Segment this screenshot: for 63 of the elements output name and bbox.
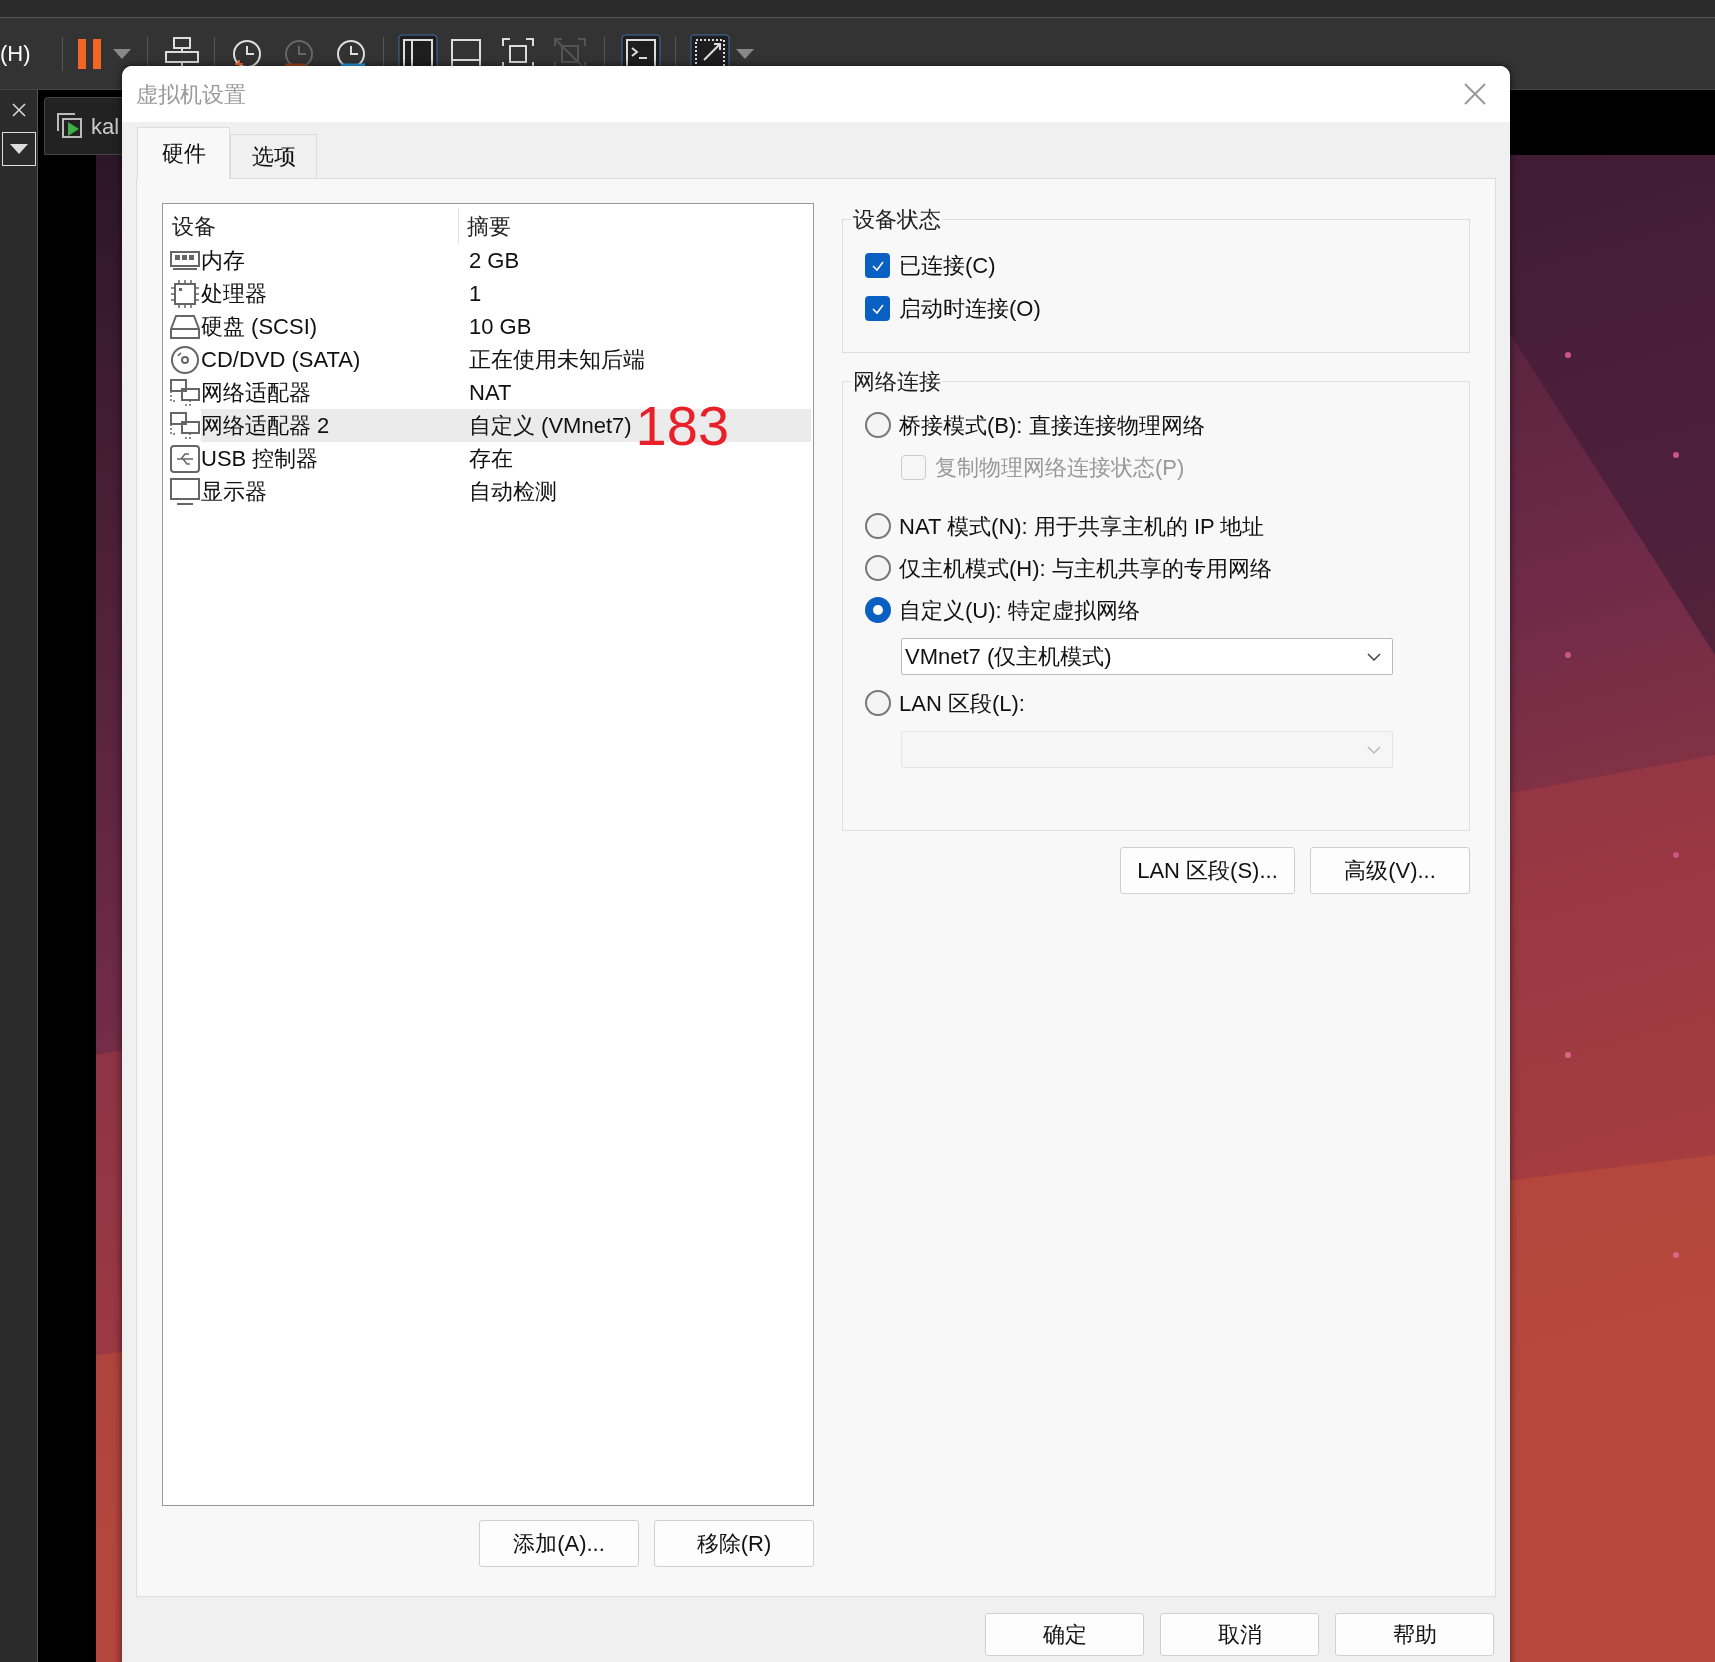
device-summary: 10 GB xyxy=(468,313,532,341)
monitor-icon xyxy=(169,475,201,508)
caret-icon xyxy=(9,144,28,154)
checkbox-option[interactable]: 已连接(C) xyxy=(865,244,1447,287)
caret-icon[interactable] xyxy=(113,48,131,59)
button[interactable]: LAN 区段(S)... xyxy=(1120,847,1295,894)
device-summary: NAT xyxy=(468,379,512,407)
device-row[interactable]: 显示器 自动检测 xyxy=(201,475,811,508)
caret-icon[interactable] xyxy=(736,48,754,59)
device-name: USB 控制器 xyxy=(201,445,320,473)
radio-button[interactable] xyxy=(865,513,891,539)
button[interactable]: 帮助 xyxy=(1335,1613,1494,1656)
button[interactable]: 确定 xyxy=(985,1613,1144,1656)
device-name: 内存 xyxy=(201,247,246,275)
button[interactable]: 添加(A)... xyxy=(479,1520,639,1567)
radio-option[interactable]: LAN 区段(L): xyxy=(865,682,1447,724)
chip-icon xyxy=(169,277,201,310)
device-summary: 自定义 (VMnet7) xyxy=(468,412,632,440)
radio-button[interactable] xyxy=(865,690,891,716)
disc-icon xyxy=(169,343,201,376)
device-summary: 正在使用未知后端 xyxy=(468,346,645,374)
column-header[interactable]: 设备 xyxy=(169,208,459,244)
radio-option[interactable]: 桥接模式(B): 直接连接物理网络 xyxy=(865,404,1447,446)
device-name: CD/DVD (SATA) xyxy=(201,346,362,374)
menu-item[interactable]: (H) xyxy=(0,37,50,70)
group-title: 网络连接 xyxy=(852,368,942,396)
usb-icon xyxy=(169,442,201,475)
device-name: 网络适配器 xyxy=(201,379,312,407)
device-summary: 自动检测 xyxy=(468,478,557,506)
device-name: 硬盘 (SCSI) xyxy=(201,313,319,341)
button[interactable]: 高级(V)... xyxy=(1310,847,1470,894)
chevron-down-icon xyxy=(1367,745,1381,754)
network-dropdown[interactable]: VMnet7 (仅主机模式) xyxy=(901,638,1393,675)
radio-button[interactable] xyxy=(865,412,891,438)
chevron-down-icon xyxy=(1367,652,1381,661)
network-icon xyxy=(169,409,201,442)
network-icon xyxy=(169,376,201,409)
radio-button[interactable] xyxy=(865,597,891,623)
device-summary: 1 xyxy=(468,280,482,308)
device-name: 处理器 xyxy=(201,280,268,308)
tab[interactable]: 选项 xyxy=(230,134,317,178)
radio-option[interactable]: 仅主机模式(H): 与主机共享的专用网络 xyxy=(865,547,1447,589)
device-row[interactable]: 硬盘 (SCSI) 10 GB xyxy=(201,310,811,343)
device-summary: 2 GB xyxy=(468,247,520,275)
button[interactable]: 取消 xyxy=(1160,1613,1319,1656)
device-row[interactable]: CD/DVD (SATA) 正在使用未知后端 xyxy=(201,343,811,376)
vm-icon xyxy=(55,111,85,141)
radio-button[interactable] xyxy=(865,555,891,581)
column-header[interactable]: 摘要 xyxy=(459,209,813,243)
radio-option[interactable]: 自定义(U): 特定虚拟网络 xyxy=(865,589,1447,631)
radio-option[interactable]: NAT 模式(N): 用于共享主机的 IP 地址 xyxy=(865,505,1447,547)
device-name: 网络适配器 2 xyxy=(201,412,331,440)
device-row[interactable]: 内存 2 GB xyxy=(201,244,811,277)
device-summary: 存在 xyxy=(468,445,513,473)
device-row[interactable]: 处理器 1 xyxy=(201,277,811,310)
button[interactable]: 移除(R) xyxy=(654,1520,814,1567)
group-title: 设备状态 xyxy=(852,206,942,234)
device-name: 显示器 xyxy=(201,478,268,506)
checkbox-option[interactable]: 启动时连接(O) xyxy=(865,287,1447,330)
tab[interactable]: 硬件 xyxy=(137,127,230,179)
dropdown-button[interactable] xyxy=(1,132,36,166)
checkbox[interactable] xyxy=(865,296,890,321)
checkbox[interactable] xyxy=(865,253,890,278)
